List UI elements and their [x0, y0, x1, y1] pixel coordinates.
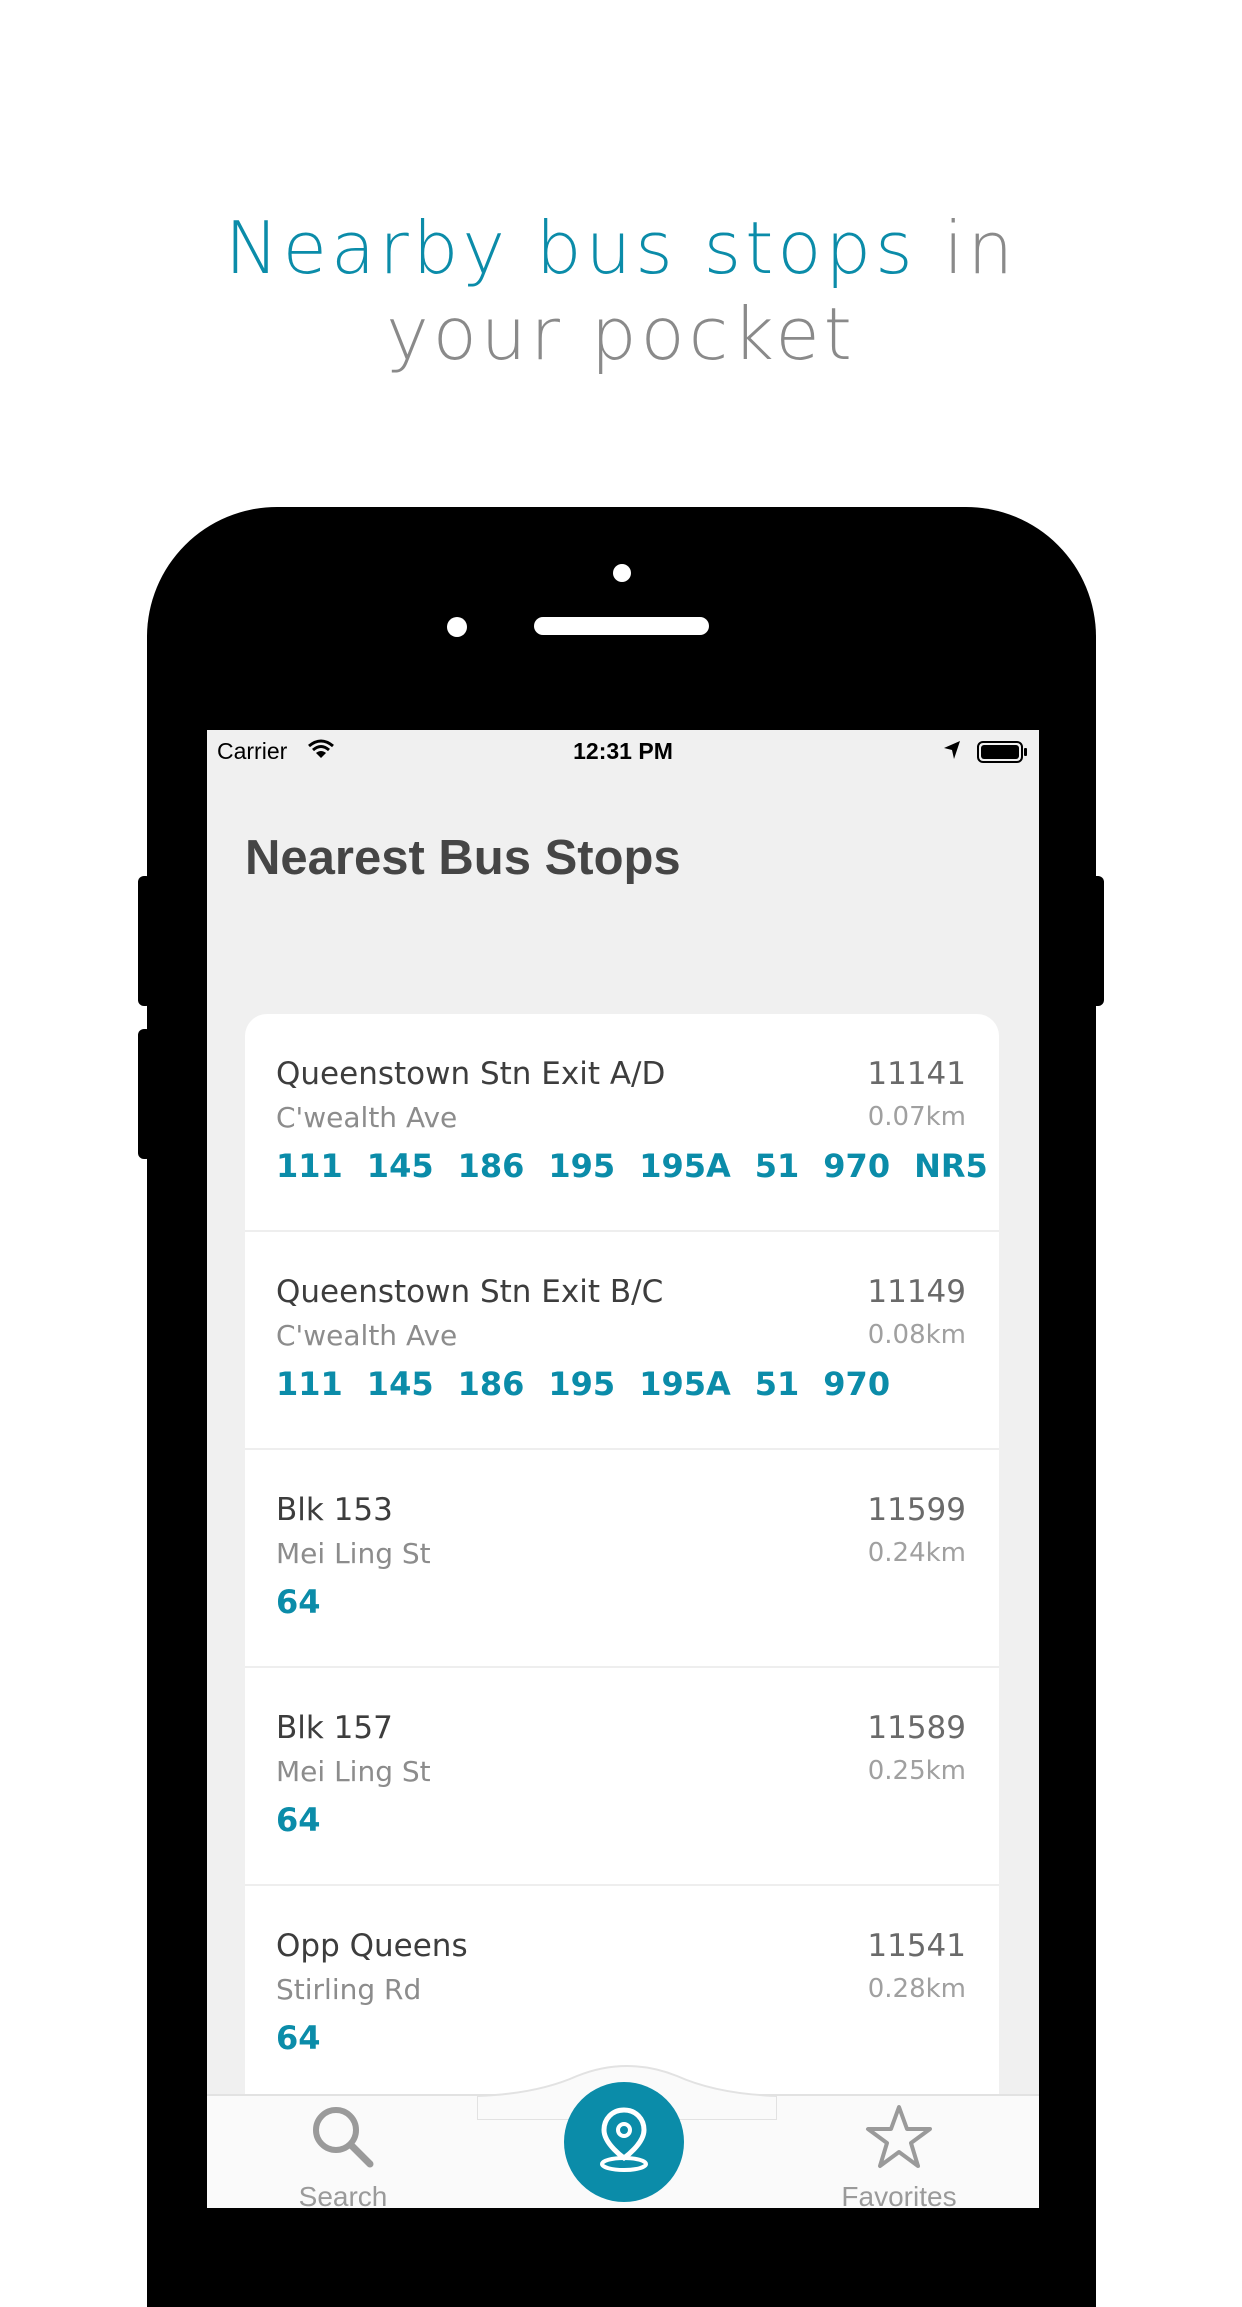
- stop-distance: 0.07km: [867, 1102, 966, 1132]
- service-number[interactable]: 64: [276, 2019, 321, 2057]
- page-title: Nearest Bus Stops: [245, 831, 681, 885]
- service-list: 64: [276, 1583, 321, 1621]
- phone-screen: Carrier 12:31 PM Nearest Bus Stops Queen…: [207, 730, 1039, 2208]
- service-number[interactable]: 195: [548, 1365, 615, 1403]
- nearby-tab-button[interactable]: [564, 2082, 684, 2202]
- service-number[interactable]: 145: [367, 1147, 434, 1185]
- bus-stop-row[interactable]: Blk 157 Mei Ling St 11589 0.25km 64: [245, 1668, 999, 1886]
- stop-code: 11141: [867, 1056, 966, 1092]
- stop-name: Queenstown Stn Exit B/C: [276, 1274, 664, 1310]
- stop-code: 11149: [867, 1274, 966, 1310]
- service-list: 64: [276, 1801, 321, 1839]
- tab-favorites-label: Favorites: [841, 2181, 957, 2208]
- stop-name: Opp Queens: [276, 1928, 468, 1964]
- battery-icon: [977, 740, 1029, 770]
- search-icon: [308, 2107, 378, 2178]
- service-number[interactable]: 111: [276, 1365, 343, 1403]
- front-camera: [447, 617, 467, 637]
- stop-code: 11599: [867, 1492, 966, 1528]
- service-number[interactable]: 195: [548, 1147, 615, 1185]
- service-number[interactable]: 111: [276, 1147, 343, 1185]
- status-time: 12:31 PM: [573, 738, 673, 764]
- service-list: 111 145 186 195 195A 51 970: [276, 1365, 890, 1403]
- service-number[interactable]: 145: [367, 1365, 434, 1403]
- service-number[interactable]: 51: [755, 1365, 800, 1403]
- bus-stop-row[interactable]: Queenstown Stn Exit A/D C'wealth Ave 111…: [245, 1014, 999, 1232]
- location-pin-icon: [594, 2106, 654, 2179]
- stop-distance: 0.25km: [867, 1756, 966, 1786]
- service-number[interactable]: 970: [823, 1365, 890, 1403]
- stop-code: 11589: [867, 1710, 966, 1746]
- stop-distance: 0.24km: [867, 1538, 966, 1568]
- stop-road: C'wealth Ave: [276, 1101, 458, 1134]
- stop-road: Mei Ling St: [276, 1755, 431, 1788]
- tab-search[interactable]: Search: [243, 2102, 443, 2208]
- service-number[interactable]: NR5: [914, 1147, 988, 1185]
- tab-favorites[interactable]: Favorites: [799, 2102, 999, 2208]
- service-number[interactable]: 195A: [639, 1147, 731, 1185]
- service-number[interactable]: 186: [458, 1147, 525, 1185]
- stop-name: Queenstown Stn Exit A/D: [276, 1056, 666, 1092]
- headline: Nearby bus stops in your pocket: [0, 205, 1242, 377]
- headline-line2: your pocket: [386, 292, 856, 376]
- service-number[interactable]: 64: [276, 1801, 321, 1839]
- status-bar: Carrier 12:31 PM: [207, 730, 1039, 772]
- earpiece-speaker: [534, 617, 709, 635]
- stop-road: Mei Ling St: [276, 1537, 431, 1570]
- stop-road: Stirling Rd: [276, 1973, 422, 2006]
- proximity-sensor: [613, 564, 631, 582]
- bus-stop-row[interactable]: Queenstown Stn Exit B/C C'wealth Ave 111…: [245, 1232, 999, 1450]
- headline-rest: in: [916, 206, 1018, 290]
- stop-name: Blk 153: [276, 1492, 393, 1528]
- service-list: 64: [276, 2019, 321, 2057]
- stop-distance: 0.28km: [867, 1974, 966, 2004]
- service-number[interactable]: 195A: [639, 1365, 731, 1403]
- tab-search-label: Search: [298, 2181, 388, 2208]
- stop-name: Blk 157: [276, 1710, 393, 1746]
- service-number[interactable]: 186: [458, 1365, 525, 1403]
- stop-road: C'wealth Ave: [276, 1319, 458, 1352]
- location-arrow-icon: [942, 739, 962, 767]
- headline-accent: Nearby bus stops: [224, 206, 917, 290]
- service-number[interactable]: 64: [276, 1583, 321, 1621]
- bus-stop-list: Queenstown Stn Exit A/D C'wealth Ave 111…: [245, 1014, 999, 2104]
- service-number[interactable]: 51: [755, 1147, 800, 1185]
- service-number[interactable]: 970: [823, 1147, 890, 1185]
- bus-stop-row[interactable]: Blk 153 Mei Ling St 11599 0.24km 64: [245, 1450, 999, 1668]
- service-list: 111 145 186 195 195A 51 970 NR5: [276, 1147, 988, 1185]
- stop-code: 11541: [867, 1928, 966, 1964]
- star-icon: [864, 2105, 934, 2178]
- stop-distance: 0.08km: [867, 1320, 966, 1350]
